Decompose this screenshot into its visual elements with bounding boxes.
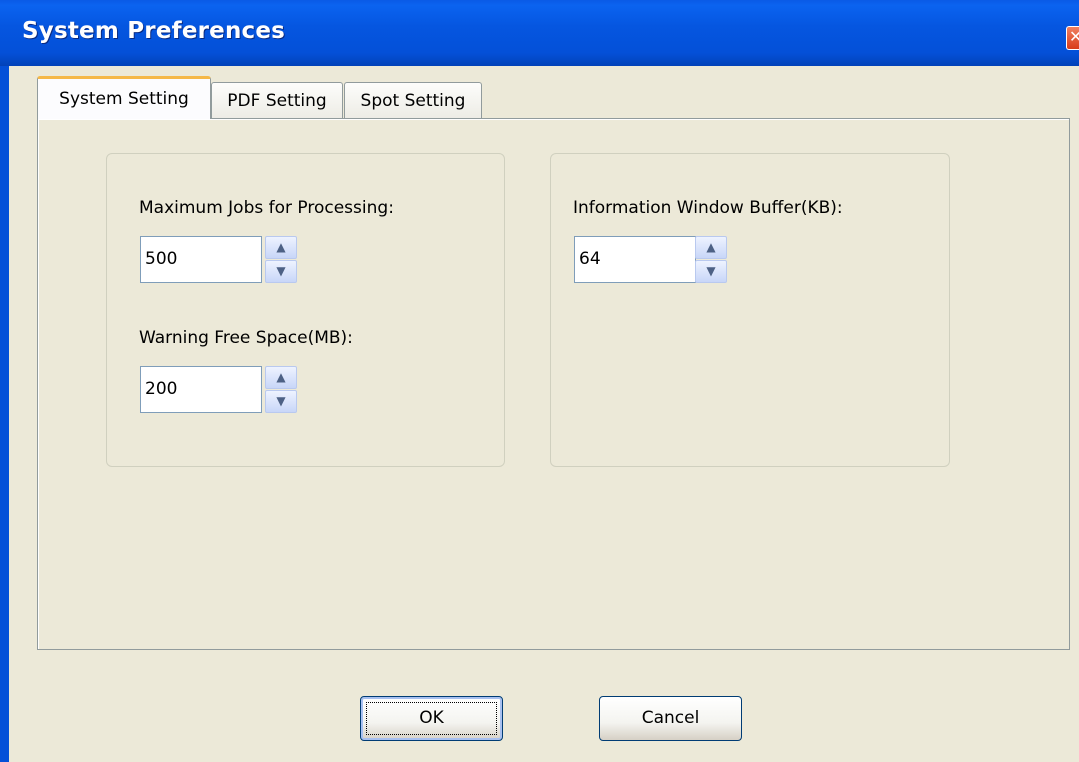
max-jobs-decrement-button[interactable]: ▼	[265, 260, 297, 283]
tab-spot-setting[interactable]: Spot Setting	[344, 82, 482, 120]
chevron-down-icon: ▼	[706, 264, 716, 278]
max-jobs-input[interactable]: 500	[140, 236, 262, 283]
chevron-down-icon: ▼	[276, 394, 286, 408]
processing-group-box: Maximum Jobs for Processing: 500 ▲ ▼ War…	[106, 153, 505, 467]
buffer-decrement-button[interactable]: ▼	[695, 260, 727, 283]
chevron-up-icon: ▲	[706, 240, 716, 254]
buffer-spinner: ▲ ▼	[695, 236, 727, 283]
buffer-label: Information Window Buffer(KB):	[573, 198, 843, 218]
cancel-button[interactable]: Cancel	[599, 696, 742, 741]
ok-button[interactable]: OK	[360, 696, 503, 741]
warning-space-increment-button[interactable]: ▲	[265, 366, 297, 389]
warning-space-input[interactable]: 200	[140, 366, 262, 413]
focus-rectangle	[366, 702, 497, 735]
system-preferences-dialog: System Preferences ✕ System Setting PDF …	[0, 0, 1079, 762]
close-icon: ✕	[1069, 27, 1079, 46]
warning-space-decrement-button[interactable]: ▼	[265, 390, 297, 413]
warning-space-spinner: ▲ ▼	[265, 366, 297, 413]
close-button[interactable]: ✕	[1066, 26, 1079, 50]
title-bar[interactable]: System Preferences ✕	[0, 0, 1079, 66]
cancel-button-label: Cancel	[641, 708, 700, 728]
window-title: System Preferences	[22, 18, 286, 44]
chevron-down-icon: ▼	[276, 264, 286, 278]
max-jobs-increment-button[interactable]: ▲	[265, 236, 297, 259]
window-border-left	[0, 66, 9, 762]
info-window-group-box: Information Window Buffer(KB): 64 ▲ ▼	[550, 153, 950, 467]
warning-space-label: Warning Free Space(MB):	[139, 328, 353, 348]
buffer-increment-button[interactable]: ▲	[695, 236, 727, 259]
buffer-input[interactable]: 64	[574, 236, 696, 283]
chevron-up-icon: ▲	[276, 370, 286, 384]
max-jobs-label: Maximum Jobs for Processing:	[139, 198, 394, 218]
chevron-up-icon: ▲	[276, 240, 286, 254]
tab-panel-system-setting: Maximum Jobs for Processing: 500 ▲ ▼ War…	[37, 118, 1070, 650]
tab-system-setting[interactable]: System Setting	[37, 76, 211, 119]
max-jobs-spinner: ▲ ▼	[265, 236, 297, 283]
tab-pdf-setting[interactable]: PDF Setting	[211, 82, 343, 120]
